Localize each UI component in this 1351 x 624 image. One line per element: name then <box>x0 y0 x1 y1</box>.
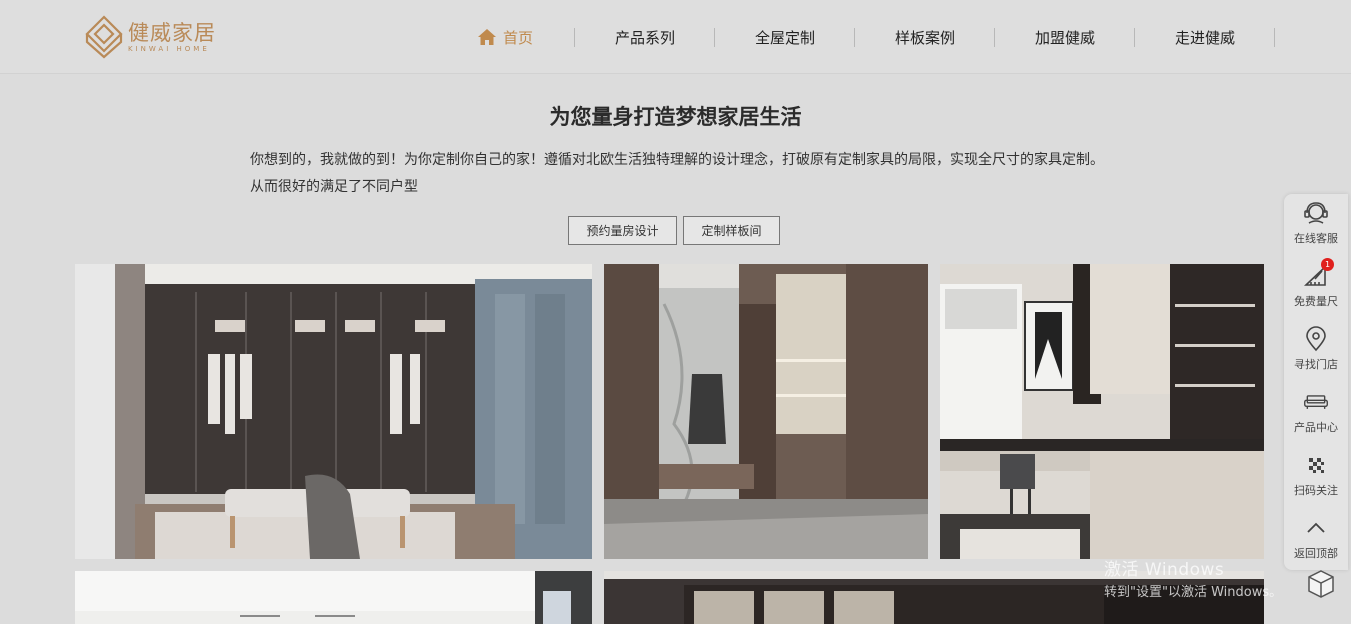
side-item-free-measure[interactable]: 1 免费量尺 <box>1284 258 1348 319</box>
gallery-image-ceiling[interactable] <box>75 571 592 624</box>
nav-label: 加盟健威 <box>1034 28 1095 47</box>
activation-watermark-text: 转到"设置"以激活 Windows。 <box>1104 585 1283 600</box>
side-item-label: 在线客服 <box>1294 232 1338 245</box>
side-item-label: 寻找门店 <box>1294 358 1338 371</box>
side-item-find-store[interactable]: 寻找门店 <box>1284 326 1348 382</box>
custom-showroom-button[interactable]: 定制样板间 <box>683 216 780 245</box>
cta-buttons: 预约量房设计 定制样板间 <box>568 216 780 245</box>
side-item-online-service[interactable]: 在线客服 <box>1284 200 1348 256</box>
section-title: 为您量身打造梦想家居生活 <box>549 105 802 129</box>
gallery-image-wardrobe[interactable] <box>75 264 592 559</box>
nav-item-about[interactable]: 走进健威 <box>1135 22 1275 52</box>
location-pin-icon <box>1303 326 1329 352</box>
notification-badge: 1 <box>1321 258 1334 271</box>
nav-label: 走进健威 <box>1174 28 1235 47</box>
side-item-label: 返回顶部 <box>1294 547 1338 560</box>
nav-label: 样板案例 <box>894 28 955 47</box>
nav-item-cases[interactable]: 样板案例 <box>855 22 995 52</box>
sofa-icon <box>1303 389 1329 415</box>
nav-item-custom[interactable]: 全屋定制 <box>715 22 855 52</box>
home-icon <box>477 28 497 46</box>
brand-tagline: KINWAI HOME <box>128 44 210 53</box>
nav-label: 首页 <box>502 28 533 47</box>
qr-code-icon <box>1303 452 1329 478</box>
nav-item-home[interactable]: 首页 <box>435 22 575 52</box>
cube-icon[interactable] <box>1305 568 1337 600</box>
main-nav: 首页 产品系列 全屋定制 样板案例 加盟健威 走进健威 <box>435 22 1275 52</box>
activation-watermark-title: 激活 Windows <box>1104 560 1225 580</box>
logo-mark-icon <box>84 15 124 59</box>
side-item-label: 免费量尺 <box>1294 295 1338 308</box>
customer-service-icon <box>1303 200 1329 226</box>
gallery-image-entryway[interactable] <box>604 264 928 559</box>
book-measure-button[interactable]: 预约量房设计 <box>568 216 677 245</box>
brand-name: 健威家居 <box>128 20 216 45</box>
side-item-label: 扫码关注 <box>1294 484 1338 497</box>
chevron-up-icon <box>1303 515 1329 541</box>
section-description: 你想到的，我就做的到！为你定制你自己的家！遵循对北欧生活独特理解的设计理念，打破… <box>250 152 1104 195</box>
nav-item-products[interactable]: 产品系列 <box>575 22 715 52</box>
brand-logo[interactable]: 健威家居 KINWAI HOME <box>84 14 244 60</box>
nav-label: 全屋定制 <box>754 28 815 47</box>
site-header: 健威家居 KINWAI HOME 首页 产品系列 全屋定制 样板案例 加盟健威 … <box>0 0 1351 74</box>
ruler-pencil-icon: 1 <box>1303 258 1334 289</box>
side-float-bar: 在线客服 1 免费量尺 寻找门店 产品中心 扫码关注 返回顶部 <box>1284 194 1348 570</box>
nav-item-join[interactable]: 加盟健威 <box>995 22 1135 52</box>
side-item-product-center[interactable]: 产品中心 <box>1284 389 1348 445</box>
gallery-image-study[interactable] <box>940 264 1264 559</box>
side-item-back-to-top[interactable]: 返回顶部 <box>1284 515 1348 571</box>
side-item-scan-follow[interactable]: 扫码关注 <box>1284 452 1348 508</box>
nav-label: 产品系列 <box>614 28 675 47</box>
side-item-label: 产品中心 <box>1294 421 1338 434</box>
